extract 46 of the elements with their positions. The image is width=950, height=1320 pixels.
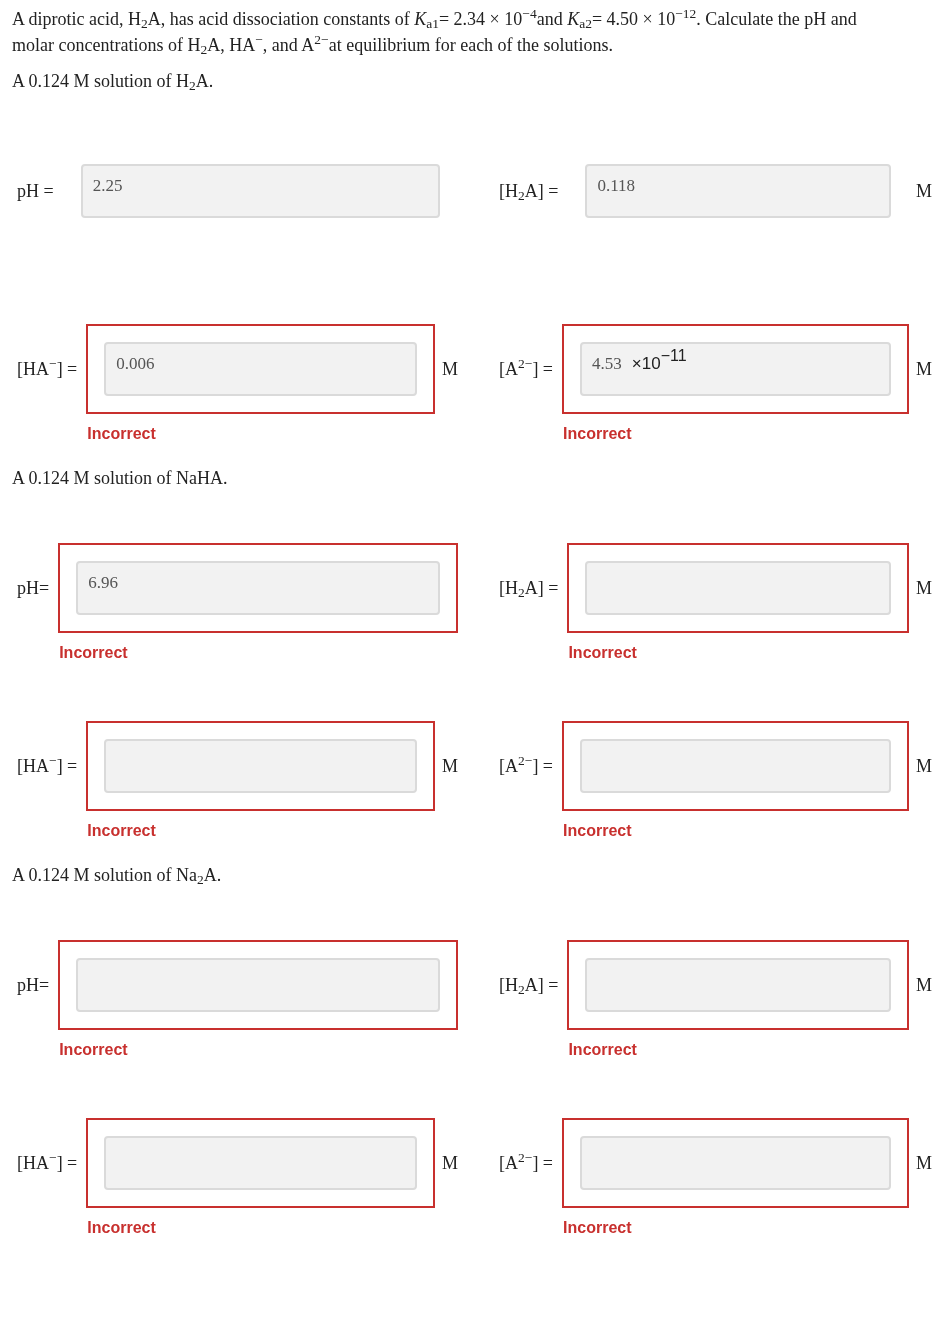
unit-label: M <box>916 755 932 777</box>
question-text: A diprotic acid, H$_{2}$A, has acid dissociation constants of K$_{a1}$= 2.34 × 10$^{−4}$and K$_{a2}$= 4.50 × 10$^{−12}$. Calculate the pH and molar concentrations of H$_{2}$A, HA$^{−}$, and A$^{2−}$at equilibrium for each of the solutions. <box>12 6 858 58</box>
unit-label: M <box>916 358 932 380</box>
unit-label: M <box>442 755 458 777</box>
answer-field[interactable] <box>76 958 440 1012</box>
feedback-text: Incorrect <box>568 644 637 661</box>
field-label: [HA$^{−}$] = <box>17 1152 78 1174</box>
field-label: pH= <box>17 974 50 996</box>
field-label: [H$_{2}$A] = <box>499 974 559 996</box>
field-label: [A$^{2−}$] = <box>499 1152 554 1174</box>
unit-label: M <box>916 1152 932 1174</box>
part-heading: A 0.124 M solution of NaHA. <box>12 467 229 489</box>
feedback-text: Incorrect <box>87 1219 156 1236</box>
unit-label: M <box>916 577 932 599</box>
feedback-text: Incorrect <box>568 1041 637 1058</box>
answer-field[interactable]: 0.118 <box>585 164 891 218</box>
field-label: [A$^{2−}$] = <box>499 755 554 777</box>
unit-label: M <box>442 1152 458 1174</box>
feedback-text: Incorrect <box>59 644 128 661</box>
feedback-text: Incorrect <box>87 822 156 839</box>
field-label: [A$^{2−}$] = <box>499 358 554 380</box>
answer-field[interactable]: 6.96 <box>76 561 440 615</box>
answer-field[interactable] <box>580 1136 891 1190</box>
answer-field[interactable] <box>104 1136 417 1190</box>
feedback-text: Incorrect <box>59 1041 128 1058</box>
answer-field[interactable] <box>585 958 891 1012</box>
feedback-text: Incorrect <box>563 822 632 839</box>
answer-field[interactable]: 0.006 <box>104 342 417 396</box>
feedback-text: Incorrect <box>563 425 632 442</box>
field-label: [HA$^{−}$] = <box>17 358 78 380</box>
field-label: pH= <box>17 577 50 599</box>
field-label: [HA$^{−}$] = <box>17 755 78 777</box>
answer-field[interactable]: 2.25 <box>80 164 440 218</box>
unit-label: M <box>916 180 932 202</box>
part-heading: A 0.124 M solution of H$_{2}$A. <box>12 70 215 92</box>
unit-label: M <box>916 974 932 996</box>
field-label: [H$_{2}$A] = <box>499 180 559 202</box>
answer-field[interactable] <box>580 739 891 793</box>
part-heading: A 0.124 M solution of Na$_{2}$A. <box>12 864 223 886</box>
feedback-text: Incorrect <box>87 425 156 442</box>
answer-field[interactable] <box>104 739 417 793</box>
feedback-text: Incorrect <box>563 1219 632 1236</box>
answer-field[interactable] <box>585 561 891 615</box>
unit-label: M <box>442 358 458 380</box>
field-label: pH = <box>17 180 54 202</box>
field-label: [H$_{2}$A] = <box>499 577 559 599</box>
